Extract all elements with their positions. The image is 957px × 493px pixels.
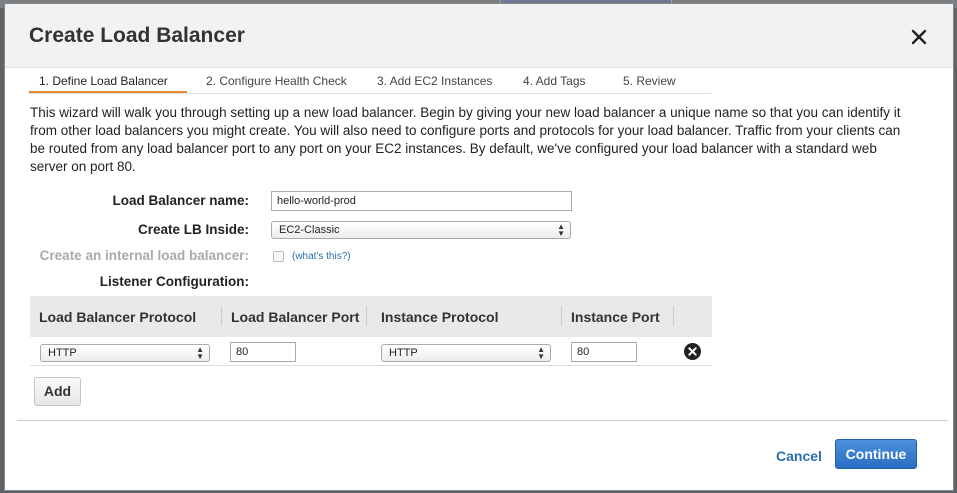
- wizard-intro-text: This wizard will walk you through settin…: [30, 105, 901, 174]
- tabs-divider: [29, 93, 711, 94]
- close-icon[interactable]: [908, 26, 930, 48]
- remove-listener-icon[interactable]: [684, 343, 701, 360]
- lb-protocol-value: HTTP: [48, 347, 77, 359]
- listener-table-header: Load Balancer Protocol Load Balancer Por…: [30, 296, 712, 337]
- whats-this-link[interactable]: (what's this?): [292, 251, 351, 262]
- instance-protocol-value: HTTP: [389, 347, 418, 359]
- tab-add-ec2-instances[interactable]: 3. Add EC2 Instances: [377, 67, 492, 93]
- tab-add-tags[interactable]: 4. Add Tags: [523, 67, 586, 93]
- create-load-balancer-dialog: Create Load Balancer 1. Define Load Bala…: [4, 3, 954, 491]
- add-listener-button[interactable]: Add: [34, 377, 81, 406]
- select-arrows-icon: ▲ ▼: [537, 345, 545, 361]
- lb-name-label: Load Balancer name:: [112, 193, 249, 208]
- footer-divider: [17, 420, 948, 421]
- internal-lb-label: Create an internal load balancer:: [39, 248, 249, 263]
- col-lb-port: Load Balancer Port: [231, 309, 360, 325]
- lb-port-input[interactable]: [230, 342, 296, 362]
- listener-row-divider: [30, 365, 712, 366]
- instance-protocol-select[interactable]: HTTP ▲ ▼: [381, 344, 551, 362]
- create-lb-inside-select[interactable]: EC2-Classic ▲ ▼: [271, 221, 571, 239]
- lb-protocol-select[interactable]: HTTP ▲ ▼: [40, 344, 210, 362]
- select-arrows-icon: ▲ ▼: [557, 222, 565, 238]
- tab-review[interactable]: 5. Review: [623, 67, 676, 93]
- select-arrows-icon: ▲ ▼: [196, 345, 204, 361]
- instance-port-input[interactable]: [571, 342, 637, 362]
- lb-name-input[interactable]: [271, 191, 572, 211]
- col-divider: [366, 306, 367, 326]
- tab-define-load-balancer[interactable]: 1. Define Load Balancer: [29, 67, 187, 93]
- col-instance-port: Instance Port: [571, 309, 660, 325]
- col-instance-protocol: Instance Protocol: [381, 309, 499, 325]
- col-divider: [561, 306, 562, 326]
- dialog-header: Create Load Balancer: [5, 4, 953, 68]
- col-divider: [221, 306, 222, 326]
- tab-configure-health-check[interactable]: 2. Configure Health Check: [206, 67, 347, 93]
- dialog-title: Create Load Balancer: [29, 24, 245, 47]
- col-lb-protocol: Load Balancer Protocol: [39, 309, 197, 325]
- cancel-button[interactable]: Cancel: [776, 448, 822, 464]
- create-lb-inside-label: Create LB Inside:: [137, 222, 249, 237]
- listener-config-label: Listener Configuration:: [99, 274, 249, 289]
- continue-button[interactable]: Continue: [835, 439, 917, 469]
- col-divider: [673, 306, 674, 326]
- internal-lb-checkbox[interactable]: [273, 251, 284, 262]
- create-lb-inside-value: EC2-Classic: [279, 224, 340, 236]
